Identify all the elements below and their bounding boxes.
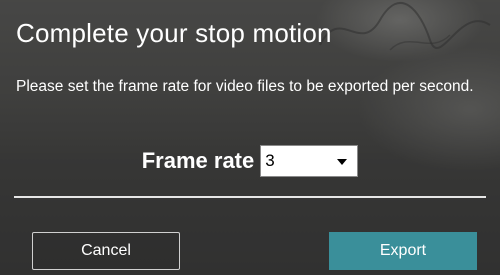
dialog-title: Complete your stop motion [16, 18, 332, 48]
cancel-button[interactable]: Cancel [32, 232, 180, 270]
frame-rate-value: 3 [265, 151, 275, 170]
frame-rate-row: Frame rate 3 [0, 141, 500, 181]
divider [14, 196, 486, 198]
chevron-down-icon [337, 159, 348, 165]
stop-motion-dialog: Complete your stop motion Please set the… [0, 0, 500, 275]
dialog-description: Please set the frame rate for video file… [16, 78, 474, 95]
frame-rate-label: Frame rate [141, 148, 255, 173]
frame-rate-select[interactable]: 3 [260, 145, 359, 177]
export-button[interactable]: Export [329, 232, 477, 270]
